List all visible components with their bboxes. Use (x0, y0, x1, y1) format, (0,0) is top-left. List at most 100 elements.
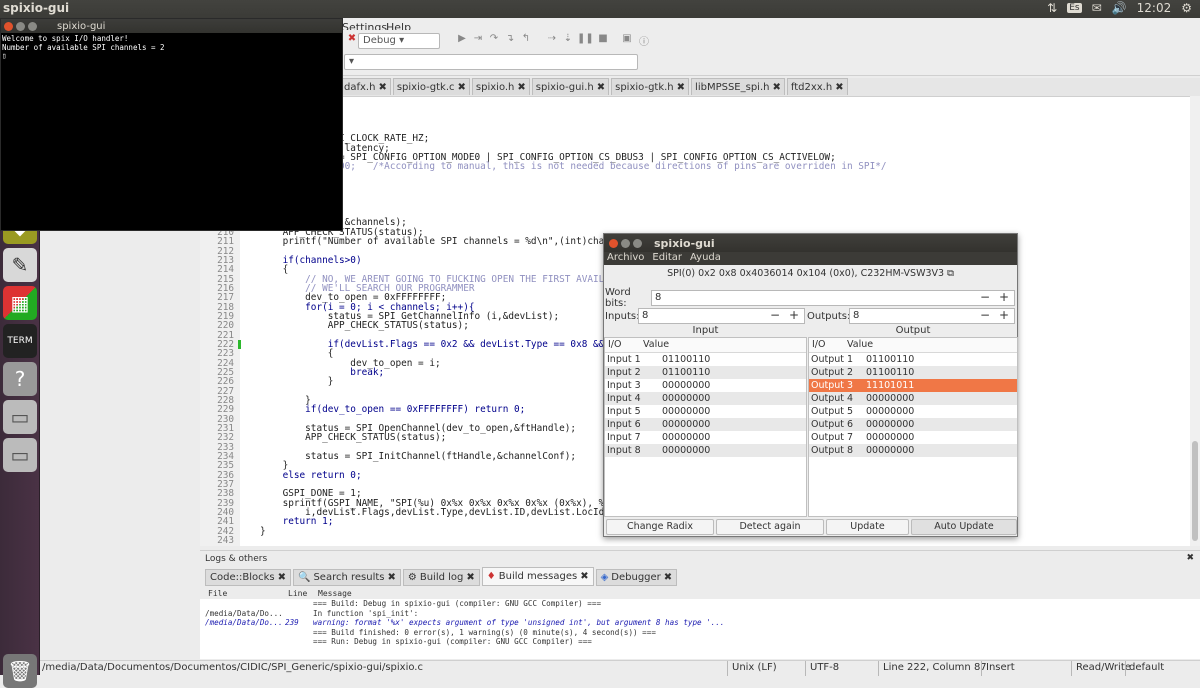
step-instruction-icon[interactable]: ⇣ (561, 33, 575, 47)
log-row-warning[interactable]: /media/Data/Do... 239 warning: format '%x'… (200, 618, 1200, 628)
input-row[interactable]: Input 7 00000000 (605, 431, 806, 444)
pause-icon[interactable]: ❚❚ (577, 33, 594, 47)
transfer-icon[interactable]: ⇅ (1047, 1, 1057, 15)
close-window-icon[interactable] (4, 21, 13, 31)
close-icon[interactable]: ✖ (1186, 553, 1194, 563)
stop-icon[interactable]: ■ (596, 33, 610, 47)
col-message[interactable]: Message (318, 589, 352, 598)
code-line[interactable]: Pin = 0x00000000; /*According to manual,… (200, 162, 1190, 172)
minus-icon[interactable]: − (766, 309, 784, 323)
close-icon[interactable]: ✖ (580, 571, 588, 582)
power-icon[interactable]: ⚙ (1181, 1, 1192, 15)
update-button[interactable]: Update (826, 519, 909, 535)
code-line[interactable]: 243 (200, 536, 1190, 546)
output-row[interactable]: Output 8 00000000 (809, 444, 1017, 457)
tab-ftd2xx-h[interactable]: ftd2xx.h ✖ (786, 78, 848, 95)
maximize-window-icon[interactable] (633, 238, 642, 248)
minus-icon[interactable]: − (976, 309, 994, 323)
tab-build-log[interactable]: ⚙ Build log ✖ (402, 569, 480, 586)
output-list[interactable]: I/O Value Output 1 01100110 Output 2 0110011… (808, 337, 1018, 517)
close-icon[interactable]: ✖ (517, 82, 525, 93)
input-row[interactable]: Input 8 00000000 (605, 444, 806, 457)
close-icon[interactable]: ✖ (664, 572, 672, 583)
output-row[interactable]: Output 1 01100110 (809, 353, 1017, 366)
log-row[interactable]: === Run: Debug in spixio-gui (compiler: … (200, 637, 1200, 647)
device-select-icon[interactable]: ⧉ (947, 268, 954, 279)
scrollbar-thumb[interactable] (1192, 441, 1198, 541)
debug-run-icon[interactable]: ▶ (455, 33, 469, 47)
plus-icon[interactable]: + (995, 309, 1013, 323)
minimize-window-icon[interactable] (621, 238, 630, 248)
tab-libmpsse-spi-h[interactable]: libMPSSE_spi.h ✖ (691, 78, 785, 95)
output-row[interactable]: Output 2 01100110 (809, 366, 1017, 379)
tab-debugger[interactable]: ◈ Debugger ✖ (595, 569, 678, 586)
log-row[interactable]: === Build: Debug in spixio-gui (compiler… (200, 599, 1200, 609)
debug-windows-icon[interactable]: ▣ (620, 33, 634, 47)
terminal-output[interactable]: Welcome to spix I/O handler! Number of a… (1, 33, 342, 63)
code-line[interactable] (200, 190, 1190, 199)
next-line-icon[interactable]: ↷ (487, 33, 501, 47)
tab-spixio-gui-h[interactable]: spixio-gui.h ✖ (531, 78, 610, 95)
step-out-icon[interactable]: ↰ (519, 33, 533, 47)
next-instruction-icon[interactable]: ⇢ (545, 33, 559, 47)
volume-icon[interactable]: 🔊 (1112, 1, 1127, 15)
input-row[interactable]: Input 6 00000000 (605, 418, 806, 431)
symbol-select[interactable]: ▾ (344, 54, 638, 70)
plus-icon[interactable]: + (785, 309, 803, 323)
drive-2-icon[interactable]: ▭ (3, 438, 37, 472)
dialog-titlebar[interactable]: spixio-gui (604, 234, 1017, 252)
input-row[interactable]: Input 4 00000000 (605, 392, 806, 405)
tab-spixio-h[interactable]: spixio.h ✖ (471, 78, 530, 95)
input-row[interactable]: Input 2 01100110 (605, 366, 806, 379)
text-editor-icon[interactable]: ✎ (3, 248, 37, 282)
run-to-cursor-icon[interactable]: ⇥ (471, 33, 485, 47)
close-icon[interactable]: ✖ (835, 82, 843, 93)
col-io[interactable]: I/O (809, 338, 844, 352)
tab-spixio-gtk-c[interactable]: spixio-gtk.c ✖ (392, 78, 470, 95)
auto-update-button[interactable]: Auto Update (911, 519, 1017, 535)
step-into-icon[interactable]: ↴ (503, 33, 517, 47)
close-icon[interactable]: ✖ (677, 82, 685, 93)
word-bits-spinner[interactable]: 8 − + (651, 290, 1015, 306)
mail-icon[interactable]: ✉ (1092, 1, 1102, 15)
input-row[interactable]: Input 5 00000000 (605, 405, 806, 418)
build-target-select[interactable]: Debug ▾ (358, 33, 440, 49)
input-row[interactable]: Input 1 01100110 (605, 353, 806, 366)
col-value[interactable]: Value (844, 338, 876, 352)
log-row[interactable]: === Build finished: 0 error(s), 1 warnin… (200, 628, 1200, 638)
terminal-titlebar[interactable]: spixio-gui (1, 19, 342, 33)
minus-icon[interactable]: − (976, 291, 994, 305)
xterm-icon[interactable]: TERM (3, 324, 37, 358)
output-row[interactable]: Output 7 00000000 (809, 431, 1017, 444)
output-row[interactable]: Output 3 11101011 (809, 379, 1017, 392)
col-io[interactable]: I/O (605, 338, 640, 352)
terminal-window[interactable]: spixio-gui Welcome to spix I/O handler! … (0, 18, 343, 231)
change-radix-button[interactable]: Change Radix (606, 519, 714, 535)
keyboard-layout[interactable]: Es (1067, 3, 1082, 13)
log-row[interactable]: /media/Data/Do... In function 'spi_init': (200, 609, 1200, 619)
close-icon[interactable]: ✖ (378, 82, 386, 93)
plus-icon[interactable]: + (995, 291, 1013, 305)
col-value[interactable]: Value (640, 338, 672, 352)
codeblocks-icon[interactable]: ▦ (3, 286, 37, 320)
tab-dafx-h[interactable]: dafx.h ✖ (340, 78, 391, 95)
output-row[interactable]: Output 6 00000000 (809, 418, 1017, 431)
clock[interactable]: 12:02 (1137, 1, 1172, 15)
input-list[interactable]: I/O Value Input 1 01100110 Input 2 01100110 I… (604, 337, 807, 517)
code-line[interactable]: y = 255; (200, 97, 1190, 106)
editor-scrollbar[interactable] (1190, 96, 1200, 546)
detect-again-button[interactable]: Detect again (716, 519, 824, 535)
input-row[interactable]: Input 3 00000000 (605, 379, 806, 392)
close-icon[interactable]: ✖ (466, 572, 474, 583)
code-line[interactable]: ary */ (200, 181, 1190, 191)
tab-spixio-gtk-h[interactable]: spixio-gtk.h ✖ (611, 78, 690, 95)
minimize-window-icon[interactable] (16, 21, 25, 31)
trash-icon[interactable]: 🗑 (3, 654, 37, 688)
col-file[interactable]: File (208, 589, 227, 598)
menu-archivo[interactable]: Archivo (607, 252, 644, 265)
unknown-app-icon[interactable]: ? (3, 362, 37, 396)
menu-ayuda[interactable]: Ayuda (690, 252, 721, 265)
abort-icon[interactable]: ✖ (345, 33, 359, 47)
close-icon[interactable]: ✖ (597, 82, 605, 93)
logs-rows[interactable]: === Build: Debug in spixio-gui (compiler… (200, 599, 1200, 659)
